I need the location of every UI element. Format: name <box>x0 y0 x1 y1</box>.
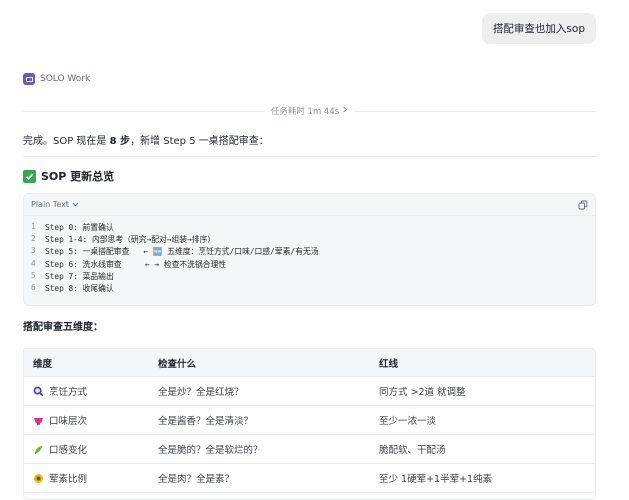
table-row: 烹饪方式 全是炒？全是红烧？ 同方式 >2道 就调整 <box>24 377 595 406</box>
redline-text: 至少一浓一淡 <box>379 416 437 427</box>
leaf-icon <box>33 444 44 455</box>
circle-icon <box>33 473 44 484</box>
dimension-name: 荤素比例 <box>49 474 88 485</box>
bowl-icon <box>33 415 44 426</box>
check-text: 全是肉？全是素？ <box>158 474 235 485</box>
divider <box>23 156 596 157</box>
section-title-text: SOP 更新总览 <box>41 170 115 183</box>
agent-header: SOLO Work <box>23 73 90 85</box>
header-redline: 红线 <box>379 358 399 370</box>
header-check: 检查什么 <box>158 358 197 370</box>
header-dimension: 维度 <box>33 358 53 370</box>
agent-name: SOLO Work <box>40 74 91 84</box>
task-duration-divider: 任务耗时 1m 44s <box>23 104 596 118</box>
dimensions-table: 维度 检查什么 红线 烹饪方式 全是炒？全是红烧？ 同方式 >2道 就调整 口味… <box>23 348 596 500</box>
magnifier-icon <box>33 386 44 397</box>
redline-text: 脆配软、干配汤 <box>379 445 446 456</box>
code-line: 3 Step 5: 一桌搭配审查 ← 🆕 五维度：烹饪方式/口味/口感/荤素/有无… <box>31 246 319 257</box>
steps-count: 8 步 <box>109 136 131 147</box>
language-label: Plain Text <box>31 200 69 209</box>
check-text: 全是脆的？全是软烂的？ <box>158 445 263 456</box>
code-body: 1 Step 0: 前置确认 2 Step 1-4: 内部思考（研究→配对→组装→排… <box>24 216 595 295</box>
dimension-name: 口感变化 <box>49 445 88 456</box>
code-line: 5 Step 7: 菜品输出 <box>31 270 114 281</box>
user-message-text: 搭配审查也加入sop <box>492 23 585 35</box>
redline-text: 至少 1硬荤+1半荤+1纯素 <box>379 474 493 485</box>
table-row: 口味层次 全是酱香？全是清淡？ 至少一浓一淡 <box>24 406 595 435</box>
chevron-right-icon <box>342 106 348 116</box>
dimensions-title: 搭配审查五维度： <box>23 322 103 333</box>
copy-icon[interactable] <box>578 200 588 210</box>
redline-text: 同方式 >2道 就调整 <box>379 387 466 398</box>
solo-work-logo-icon <box>23 73 35 85</box>
check-text: 全是炒？全是红烧？ <box>158 387 244 398</box>
summary-text: 完成。SOP 现在是 8 步，新增 Step 5 一桌搭配审查： <box>23 136 269 147</box>
chevron-down-icon <box>72 200 79 209</box>
code-block: Plain Text 1 Step 0: 前置确认 2 Step 1-4: 内部思考… <box>23 193 596 306</box>
code-line: 4 Step 6: 洗水线审查 ← → 检查不洗锅合理性 <box>31 258 227 269</box>
dimension-name: 烹饪方式 <box>49 387 88 398</box>
check-text: 全是酱香？全是清淡？ <box>158 416 254 427</box>
section-title: SOP 更新总览 <box>23 168 114 184</box>
dimension-name: 口味层次 <box>49 416 88 427</box>
code-line: 1 Step 0: 前置确认 <box>31 222 114 232</box>
task-duration-toggle[interactable]: 任务耗时 1m 44s <box>265 105 354 117</box>
table-header-row: 维度 检查什么 红线 <box>24 349 595 377</box>
code-block-header: Plain Text <box>24 194 595 216</box>
table-row: 荤素比例 全是肉？全是素？ 至少 1硬荤+1半荤+1纯素 <box>24 464 595 493</box>
table-row: 口感变化 全是脆的？全是软烂的？ 脆配软、干配汤 <box>24 435 595 464</box>
check-mark-icon <box>23 169 36 183</box>
code-line: 6 Step 8: 收尾确认 <box>31 282 114 293</box>
user-message-bubble: 搭配审查也加入sop <box>481 13 596 44</box>
task-duration-text: 任务耗时 1m 44s <box>270 107 340 117</box>
language-select[interactable]: Plain Text <box>31 200 79 209</box>
code-line: 2 Step 1-4: 内部思考（研究→配对→组装→排序） <box>31 234 216 245</box>
